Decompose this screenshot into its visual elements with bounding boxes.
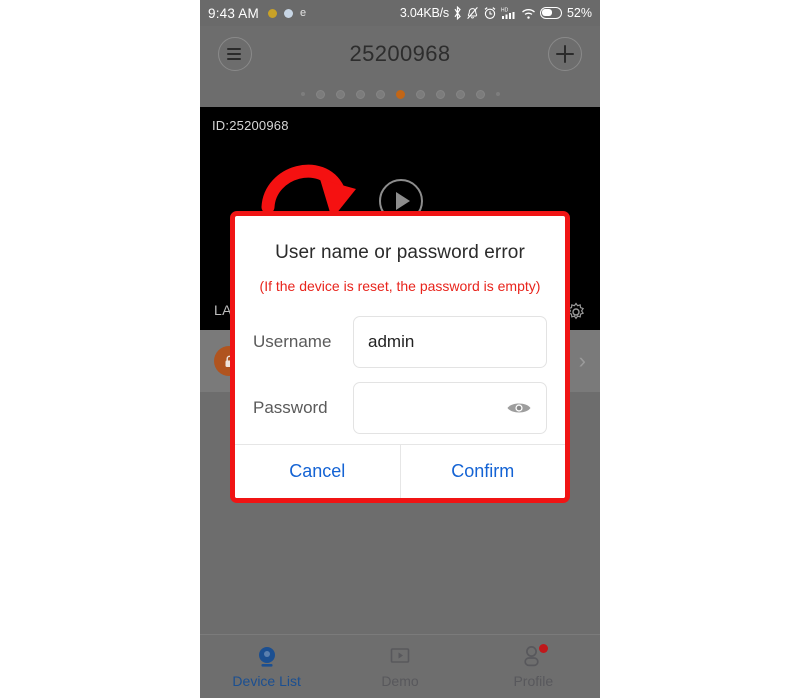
battery-percent-label: 52% — [566, 6, 592, 20]
menu-button[interactable] — [218, 36, 252, 71]
plus-icon — [556, 44, 574, 63]
pager-dot[interactable] — [475, 89, 485, 99]
login-error-dialog: User name or password error (If the devi… — [230, 211, 570, 503]
app-bar: 25200968 — [200, 26, 600, 81]
status-bar-time: 9:43 AM — [208, 5, 259, 21]
camera-icon — [258, 647, 275, 667]
notification-dot-yellow-icon — [267, 8, 277, 18]
eye-icon[interactable] — [506, 400, 532, 417]
profile-notification-badge — [538, 644, 548, 653]
nav-item-profile[interactable]: Profile — [467, 635, 600, 698]
notification-dot-blue-icon — [283, 8, 293, 18]
password-input[interactable] — [353, 382, 547, 434]
pager-dot[interactable] — [455, 89, 465, 99]
screenshot-root: 9:43 AM e 3.04KB/s HD 52% 25200968 ID:25… — [0, 0, 800, 698]
hd-signal-icon: HD — [501, 8, 515, 19]
wifi-icon — [522, 9, 535, 19]
nav-label-profile: Profile — [513, 673, 554, 689]
username-input[interactable]: admin — [353, 316, 547, 368]
alarm-clock-icon — [484, 7, 496, 19]
battery-icon — [539, 7, 562, 19]
video-play-icon — [390, 648, 410, 663]
dialog-title: User name or password error — [275, 242, 525, 263]
pager-dot[interactable] — [415, 89, 425, 99]
chevron-right-icon[interactable]: › — [579, 350, 586, 372]
page-title: 25200968 — [349, 40, 451, 66]
pager-dots[interactable] — [200, 81, 600, 107]
pager-dot[interactable] — [315, 89, 325, 99]
username-label: Username — [253, 332, 332, 351]
network-speed-label: 3.04KB/s — [399, 6, 449, 20]
bluetooth-icon — [454, 6, 461, 20]
dialog-actions: Cancel Confirm — [235, 444, 565, 498]
pager-dot[interactable] — [355, 89, 365, 99]
pager-dot-active[interactable] — [395, 89, 405, 99]
email-icon: e — [299, 7, 307, 19]
mute-bell-icon — [467, 7, 478, 19]
hamburger-list-icon — [227, 47, 243, 60]
cancel-button[interactable]: Cancel — [235, 445, 400, 498]
status-bar-system-icons: 3.04KB/s HD 52% — [400, 6, 592, 20]
dialog-subtitle: (If the device is reset, the password is… — [259, 278, 541, 294]
username-value: admin — [368, 332, 415, 351]
video-device-id-label: ID:25200968 — [212, 118, 289, 133]
status-bar: 9:43 AM e 3.04KB/s HD 52% — [200, 0, 600, 26]
nav-item-demo[interactable]: Demo — [333, 635, 466, 698]
svg-text:HD: HD — [501, 8, 509, 14]
username-field-row: Username admin — [235, 316, 565, 368]
bottom-navigation-bar: Device List Demo Profile — [200, 634, 600, 698]
password-label: Password — [253, 398, 328, 417]
nav-label-device-list: Device List — [232, 673, 301, 689]
pager-dot[interactable] — [435, 89, 445, 99]
pager-dot-edge — [495, 92, 500, 96]
password-field-row: Password — [235, 382, 565, 434]
pager-dot[interactable] — [375, 89, 385, 99]
nav-label-demo: Demo — [381, 673, 419, 689]
status-bar-notification-icons: e — [267, 7, 307, 19]
add-device-button[interactable] — [548, 36, 582, 71]
pager-dot-edge — [300, 92, 305, 96]
nav-item-device-list[interactable]: Device List — [200, 635, 333, 698]
confirm-button[interactable]: Confirm — [399, 445, 565, 498]
pager-dot[interactable] — [335, 89, 345, 99]
play-circle-icon — [396, 192, 410, 210]
